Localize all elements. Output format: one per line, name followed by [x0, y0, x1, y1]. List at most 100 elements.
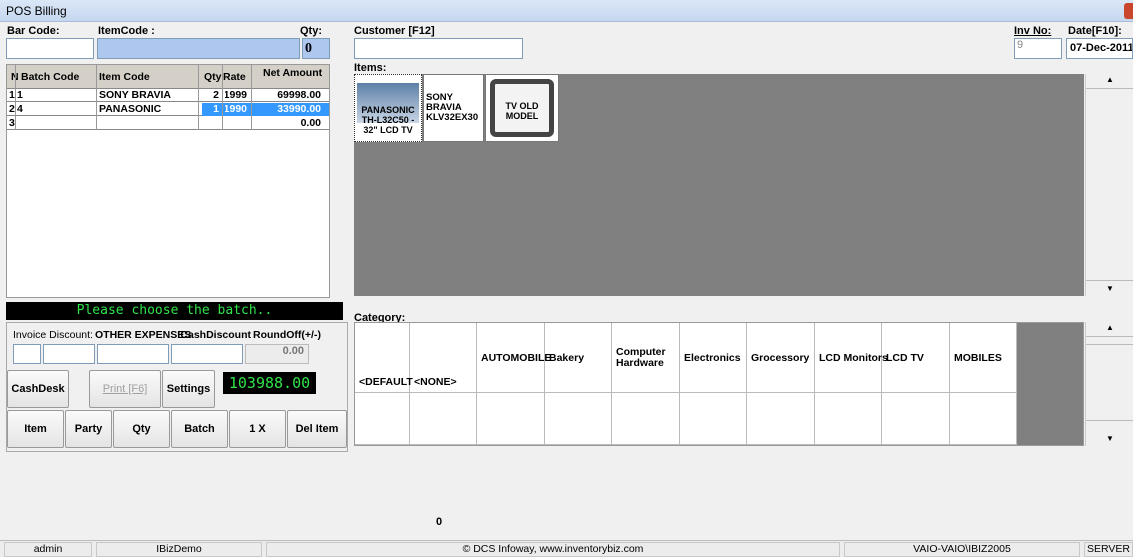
- category-none[interactable]: <NONE>: [410, 323, 477, 393]
- row-qty: 2: [213, 89, 219, 101]
- del-item-button[interactable]: Del Item: [287, 410, 347, 448]
- inv-no-input[interactable]: 9: [1014, 38, 1062, 59]
- row-rate: 1990: [225, 103, 247, 115]
- row-item: SONY BRAVIA: [99, 89, 171, 101]
- row-item: PANASONIC: [99, 103, 162, 115]
- cash-discount-label: CashDiscount:: [176, 329, 251, 341]
- invoice-discount-percent-input[interactable]: [13, 344, 41, 364]
- category-cell-empty: [612, 393, 680, 445]
- category-cell-empty: [815, 393, 882, 445]
- date-label: Date[F10]:: [1068, 25, 1122, 37]
- qty-input[interactable]: 0: [302, 38, 330, 59]
- table-row[interactable]: 3 0.00: [7, 117, 329, 130]
- row-batch: 4: [17, 103, 23, 115]
- items-panel: PANASONIC TH-L32C50 - 32" LCD TV SONY BR…: [354, 74, 1084, 296]
- row-qty: 1: [213, 103, 219, 115]
- category-bakery[interactable]: Bakery: [545, 323, 612, 393]
- barcode-input[interactable]: [6, 38, 94, 59]
- grid-divider: [96, 65, 97, 130]
- table-row[interactable]: 2 4 PANASONIC 1 1990 33990.00: [7, 103, 329, 116]
- category-cell-empty: [680, 393, 747, 445]
- col-batch: Batch Code: [21, 71, 80, 83]
- status-copyright: © DCS Infoway, www.inventorybiz.com: [266, 542, 840, 557]
- status-company: IBizDemo: [96, 542, 262, 557]
- category-computer-hardware[interactable]: Computer Hardware: [612, 323, 680, 393]
- cash-discount-input[interactable]: [171, 344, 243, 364]
- status-server: SERVER: [1084, 542, 1133, 557]
- inv-no-label: Inv No:: [1014, 25, 1052, 37]
- one-x-button[interactable]: 1 X: [229, 410, 286, 448]
- other-expenses-input[interactable]: [97, 344, 169, 364]
- items-grid[interactable]: N Batch Code Item Code Qty Rate Net Amou…: [6, 64, 330, 298]
- invoice-discount-input[interactable]: [43, 344, 95, 364]
- qty-button[interactable]: Qty: [113, 410, 170, 448]
- date-input[interactable]: 07-Dec-2011: [1066, 38, 1133, 59]
- qty-label: Qty:: [300, 25, 322, 37]
- party-button[interactable]: Party: [65, 410, 112, 448]
- category-lcd-tv[interactable]: LCD TV: [882, 323, 950, 393]
- scroll-up-icon[interactable]: ▲: [1106, 323, 1114, 332]
- category-grocessory[interactable]: Grocessory: [747, 323, 815, 393]
- item-button[interactable]: Item: [7, 410, 64, 448]
- scroll-divider: [1086, 420, 1133, 421]
- print-button[interactable]: Print [F6]: [89, 370, 161, 408]
- scroll-up-icon[interactable]: ▲: [1106, 75, 1114, 84]
- category-cell-empty: [477, 393, 545, 445]
- table-row[interactable]: 1 1 SONY BRAVIA 2 1999 69998.00: [7, 89, 329, 102]
- cashdesk-button[interactable]: CashDesk: [7, 370, 69, 408]
- items-scrollbar[interactable]: ▲ ▼: [1085, 74, 1133, 296]
- scroll-divider: [1086, 88, 1133, 89]
- category-electronics[interactable]: Electronics: [680, 323, 747, 393]
- category-scrollbar[interactable]: ▲ ▼: [1085, 322, 1133, 446]
- status-user: admin: [4, 542, 92, 557]
- itemcode-input[interactable]: [97, 38, 300, 59]
- item-tile[interactable]: PANASONIC TH-L32C50 - 32" LCD TV: [354, 74, 422, 142]
- row-n: 3: [9, 117, 15, 129]
- col-net: Net Amount: [263, 67, 323, 79]
- category-panel: <DEFAULT <NONE> AUTOMOBILE Bakery Comput…: [354, 322, 1084, 446]
- row-n: 1: [9, 89, 15, 101]
- title-bar: POS Billing: [0, 0, 1133, 22]
- item-tile-name: TV OLD MODEL: [505, 101, 539, 121]
- itemcode-label: ItemCode :: [98, 25, 155, 37]
- customer-input[interactable]: [354, 38, 523, 59]
- category-empty-area: [1017, 323, 1083, 445]
- row-net: 69998.00: [277, 89, 321, 101]
- close-icon[interactable]: [1124, 3, 1133, 19]
- category-cell-empty: [882, 393, 950, 445]
- grid-divider: [198, 65, 199, 130]
- category-cell-empty: [410, 393, 477, 445]
- col-rate: Rate: [223, 71, 246, 83]
- row-net: 0.00: [300, 117, 321, 129]
- scroll-down-icon[interactable]: ▼: [1106, 284, 1114, 293]
- item-tile-name: SONY BRAVIA KLV32EX30: [426, 92, 479, 123]
- scroll-divider: [1086, 280, 1133, 281]
- category-automobile[interactable]: AUTOMOBILE: [477, 323, 551, 393]
- footer-count: 0: [436, 516, 443, 528]
- scroll-down-icon[interactable]: ▼: [1106, 434, 1114, 443]
- category-cell-empty: [747, 393, 815, 445]
- row-net: 33990.00: [277, 103, 321, 115]
- status-bar: admin IBizDemo © DCS Infoway, www.invent…: [0, 540, 1133, 557]
- item-tile[interactable]: SONY BRAVIA KLV32EX30: [423, 74, 484, 142]
- category-mobiles[interactable]: MOBILES: [950, 323, 1017, 393]
- category-default[interactable]: <DEFAULT: [355, 323, 413, 393]
- customer-label: Customer [F12]: [354, 25, 435, 37]
- category-cell-empty: [950, 393, 1017, 445]
- status-message: Please choose the batch..: [6, 302, 343, 320]
- grid-divider: [251, 65, 252, 130]
- col-item: Item Code: [99, 71, 150, 83]
- category-lcd-monitors[interactable]: LCD Monitors: [815, 323, 888, 393]
- category-cell-empty: [545, 393, 612, 445]
- grid-divider: [222, 65, 223, 130]
- row-batch: 1: [17, 89, 23, 101]
- scroll-divider: [1086, 336, 1133, 337]
- settings-button[interactable]: Settings: [162, 370, 215, 408]
- roundoff-value: 0.00: [245, 344, 309, 364]
- batch-button[interactable]: Batch: [171, 410, 228, 448]
- window-title: POS Billing: [6, 4, 67, 18]
- row-n: 2: [9, 103, 15, 115]
- row-rate: 1999: [225, 89, 247, 101]
- status-machine: VAIO-VAIO\IBIZ2005: [844, 542, 1080, 557]
- item-tile[interactable]: TV OLD MODEL: [485, 74, 559, 142]
